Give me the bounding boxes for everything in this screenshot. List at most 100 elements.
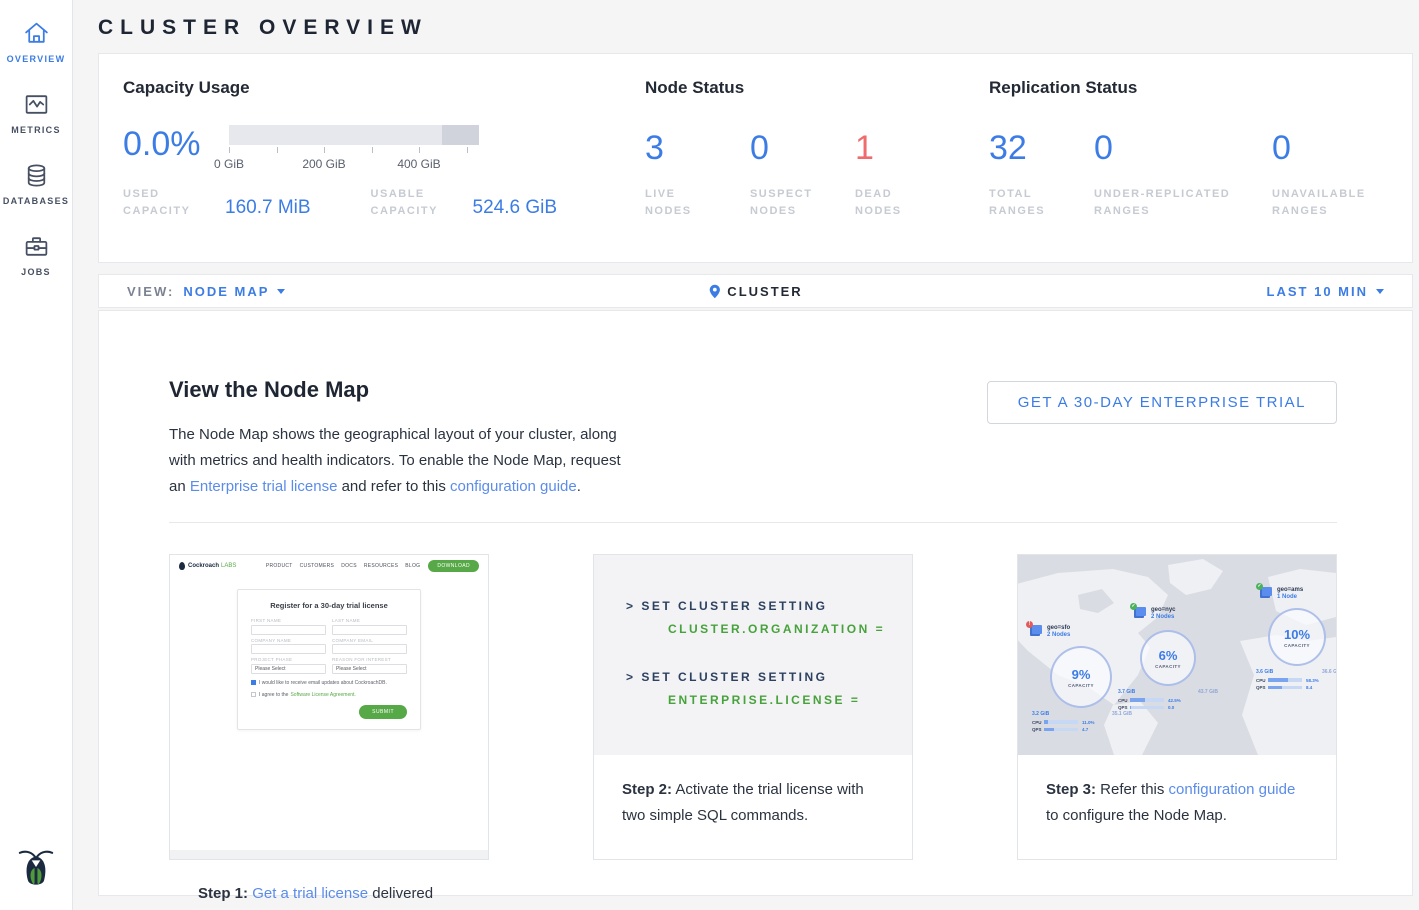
section-divider xyxy=(169,522,1337,523)
form-field-label: FIRST NAME xyxy=(251,618,326,623)
under-replicated-ranges-value: 0 xyxy=(1094,118,1272,178)
node-map-preview: ! geo=sfo 2 Nodes 9% CAPACITY xyxy=(1018,555,1336,755)
warning-badge-icon: ! xyxy=(1026,621,1033,628)
chevron-down-icon xyxy=(277,289,285,294)
cluster-scope-label: CLUSTER xyxy=(727,284,802,299)
metrics-chart-icon xyxy=(23,91,50,118)
cockroach-bug-icon xyxy=(179,562,185,570)
locality-name: geo=nyc xyxy=(1151,607,1176,613)
node-map-title: View the Node Map xyxy=(169,377,641,403)
chevron-down-icon xyxy=(1376,289,1384,294)
capacity-used: 3.2 GiB xyxy=(1032,711,1049,717)
capacity-axis-tick xyxy=(229,147,230,153)
form-input xyxy=(332,625,407,635)
configuration-guide-link[interactable]: configuration guide xyxy=(1169,781,1296,798)
locality-name: geo=sfo xyxy=(1047,625,1070,631)
site-nav-item: CUSTOMERS xyxy=(300,563,335,569)
sidebar-item-jobs[interactable]: JOBS xyxy=(0,233,72,277)
view-selector-dropdown[interactable]: NODE MAP xyxy=(183,284,285,299)
checkbox-label: I would like to receive email updates ab… xyxy=(259,680,387,686)
cockroach-bug-icon xyxy=(17,845,55,891)
capacity-axis-label: 0 GiB xyxy=(214,157,244,171)
view-toolbar: VIEW: NODE MAP CLUSTER LAST 10 MIN xyxy=(98,274,1413,308)
capacity-axis-label: 400 GiB xyxy=(397,157,440,171)
total-ranges-stat: 32 TOTAL RANGES xyxy=(989,118,1094,220)
get-trial-license-link[interactable]: Get a trial license xyxy=(252,885,368,902)
sidebar-item-databases[interactable]: DATABASES xyxy=(0,162,72,206)
locality-node-count: 1 Node xyxy=(1277,594,1303,600)
cpu-label: CPU xyxy=(1256,678,1268,683)
gauge-label: CAPACITY xyxy=(1284,643,1310,648)
capacity-axis xyxy=(229,147,479,155)
capacity-used: 3.6 GiB xyxy=(1256,669,1273,675)
caption-text: Refer this xyxy=(1096,781,1169,798)
cpu-value: 58.3% xyxy=(1306,678,1319,683)
enterprise-trial-button[interactable]: GET A 30-DAY ENTERPRISE TRIAL xyxy=(987,381,1337,424)
capacity-bar xyxy=(229,125,479,145)
locality-name: geo=ams xyxy=(1277,587,1303,593)
location-pin-icon xyxy=(708,284,720,299)
briefcase-icon xyxy=(23,233,50,260)
qps-label: QPS xyxy=(1032,727,1044,732)
suspect-nodes-label: SUSPECT NODES xyxy=(750,186,820,220)
capacity-bar-chart: 0 GiB 200 GiB 400 GiB xyxy=(229,125,479,171)
qps-value: 0.0 xyxy=(1168,705,1174,710)
sidebar-item-label: METRICS xyxy=(11,125,61,135)
site-nav-item: DOCS xyxy=(341,563,357,569)
main-content: CLUSTER OVERVIEW Capacity Usage 0.0% xyxy=(73,0,1419,910)
capacity-bar-reserved-segment xyxy=(442,125,480,145)
license-agreement-link: Software License Agreement. xyxy=(290,692,355,698)
node-status-section: Node Status 3 LIVE NODES 0 SUSPECT NODES… xyxy=(645,78,989,262)
capacity-gauge: 6% CAPACITY xyxy=(1140,630,1196,686)
sql-setting-name: CLUSTER.ORGANIZATION = xyxy=(668,622,912,636)
capacity-total: 36.6 GiB xyxy=(1322,669,1336,675)
time-range-dropdown[interactable]: LAST 10 MIN xyxy=(1267,284,1384,299)
step1-caption: Step 1: Get a trial license delivered st… xyxy=(170,859,488,910)
sidebar-item-overview[interactable]: OVERVIEW xyxy=(0,20,72,64)
form-select: Please Select xyxy=(332,664,407,674)
cpu-label: CPU xyxy=(1032,720,1044,725)
capacity-axis-tick xyxy=(372,147,373,153)
enterprise-trial-license-link[interactable]: Enterprise trial license xyxy=(190,478,338,495)
capacity-axis-tick xyxy=(324,147,325,153)
configuration-guide-link[interactable]: configuration guide xyxy=(450,478,577,495)
cpu-bar xyxy=(1044,720,1078,724)
form-field-label: REASON FOR INTEREST xyxy=(332,657,407,662)
dead-nodes-stat: 1 DEAD NODES xyxy=(855,118,960,220)
time-range-value: LAST 10 MIN xyxy=(1267,284,1368,299)
site-nav-item: RESOURCES xyxy=(364,563,398,569)
view-selector-value: NODE MAP xyxy=(183,284,269,299)
checkbox-label: I agree to the xyxy=(259,692,288,698)
ok-badge-icon: ✓ xyxy=(1256,583,1263,590)
form-input xyxy=(332,644,407,654)
sql-command: > SET CLUSTER SETTING ENTERPRISE.LICENSE… xyxy=(626,670,912,707)
gauge-label: CAPACITY xyxy=(1155,664,1181,669)
gauge-percent: 9% xyxy=(1072,667,1091,682)
capacity-total: 35.1 GiB xyxy=(1112,711,1132,717)
gauge-percent: 6% xyxy=(1159,648,1178,663)
step1-card: Cockroach LABS PRODUCT CUSTOMERS DOCS RE… xyxy=(169,554,489,860)
under-replicated-ranges-label: UNDER-REPLICATED RANGES xyxy=(1094,186,1254,220)
step-label: Step 1: xyxy=(198,885,248,902)
capacity-axis-tick xyxy=(277,147,278,153)
node-cube-icon: ! xyxy=(1032,625,1042,634)
database-icon xyxy=(23,162,50,189)
live-nodes-value: 3 xyxy=(645,118,750,178)
node-cube-icon: ✓ xyxy=(1136,607,1146,616)
checkbox-icon xyxy=(251,692,256,697)
description-text: . xyxy=(577,478,581,495)
locality-widget-ams: ✓ geo=ams 1 Node 10% CAPACITY xyxy=(1256,587,1336,690)
locality-node-count: 2 Nodes xyxy=(1047,632,1070,638)
node-cube-icon: ✓ xyxy=(1262,587,1272,596)
capacity-axis-tick xyxy=(467,147,468,153)
under-replicated-ranges-stat: 0 UNDER-REPLICATED RANGES xyxy=(1094,118,1272,220)
unavailable-ranges-stat: 0 UNAVAILABLE RANGES xyxy=(1272,118,1412,220)
qps-label: QPS xyxy=(1118,705,1130,710)
capacity-usage-section: Capacity Usage 0.0% xyxy=(123,78,645,262)
cpu-bar xyxy=(1268,678,1302,682)
locality-widget-sfo: ! geo=sfo 2 Nodes 9% CAPACITY xyxy=(1032,625,1132,732)
cockroachdb-logo xyxy=(17,845,55,896)
sidebar-item-metrics[interactable]: METRICS xyxy=(0,91,72,135)
node-status-title: Node Status xyxy=(645,78,989,98)
suspect-nodes-stat: 0 SUSPECT NODES xyxy=(750,118,855,220)
